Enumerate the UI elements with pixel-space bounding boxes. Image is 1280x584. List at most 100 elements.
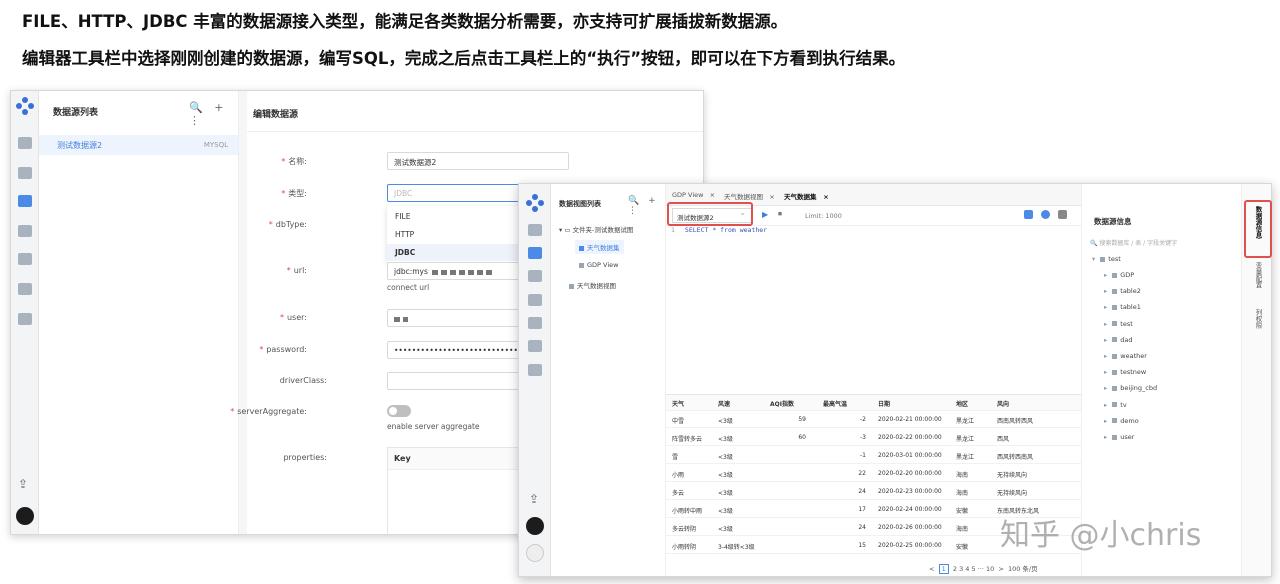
table-row[interactable]: 小雨 <3级 22 2020-02-20 00:00:00 海南 无持续风向	[666, 465, 1081, 482]
limit-input[interactable]: Limit: 1000	[805, 212, 842, 220]
prev-page-button[interactable]: <	[929, 565, 934, 573]
save-icon[interactable]	[1024, 210, 1033, 219]
next-page-button[interactable]: >	[998, 565, 1003, 573]
db-table-item[interactable]: ▸ testnew	[1104, 368, 1146, 376]
db-table-item[interactable]: ▸ weather	[1104, 352, 1147, 360]
mail-icon[interactable]	[18, 225, 32, 237]
settings-icon[interactable]	[1041, 210, 1050, 219]
table-icon	[1112, 353, 1118, 359]
option-jdbc[interactable]: JDBC	[387, 244, 537, 261]
sql-text: SELECT * from weather	[684, 226, 768, 234]
database-icon	[1100, 256, 1106, 262]
db-table-item[interactable]: ▸ GDP	[1104, 271, 1134, 279]
tab-weather-dataset[interactable]: 天气数据集 ×	[784, 191, 829, 201]
datasource-icon[interactable]	[528, 270, 542, 282]
aggregate-toggle[interactable]	[387, 405, 411, 417]
close-icon[interactable]: ×	[710, 191, 715, 199]
table-cell: 黑龙江	[956, 418, 975, 425]
table-cell: 小雨转中雨	[672, 508, 703, 515]
db-table-item[interactable]: ▸ user	[1104, 433, 1134, 441]
tab-column-permissions[interactable]: 列权限	[1253, 309, 1263, 329]
table-icon[interactable]	[528, 247, 542, 259]
side-rail: ⇪	[11, 91, 39, 534]
tab-weather-view[interactable]: 天气数据视图 ×	[724, 191, 775, 201]
db-table-item[interactable]: ▸ demo	[1104, 417, 1139, 425]
close-icon[interactable]: ×	[823, 193, 828, 201]
user-icon[interactable]	[526, 544, 544, 562]
shield-icon[interactable]	[18, 283, 32, 295]
column-header[interactable]: 风向	[997, 399, 1009, 408]
list-item[interactable]: 测试数据源2 MYSQL	[39, 135, 238, 155]
page-current[interactable]: 1	[938, 564, 949, 574]
sql-editor[interactable]: 1 SELECT * from weather	[671, 226, 767, 234]
page-numbers[interactable]: 2 3 4 5 ··· 10	[953, 565, 994, 573]
column-header[interactable]: 地区	[956, 399, 968, 408]
table-cell: 2020-02-21 00:00:00	[878, 416, 942, 423]
column-header[interactable]: AQI指数	[770, 399, 794, 408]
cloud-upload-icon[interactable]: ⇪	[18, 477, 28, 491]
page-size-select[interactable]: 100 条/页	[1008, 565, 1038, 573]
format-icon[interactable]	[1058, 210, 1067, 219]
avatar[interactable]	[16, 507, 34, 525]
tree-item-weather-view[interactable]: 天气数据视图	[569, 280, 616, 290]
users-icon[interactable]	[528, 317, 542, 329]
gear-icon[interactable]	[528, 364, 542, 376]
db-node-test[interactable]: ▾ test	[1092, 255, 1121, 263]
avatar[interactable]	[526, 517, 544, 535]
datasource-select[interactable]: 测试数据源2	[672, 208, 752, 223]
tree-item-gdp-view[interactable]: GDP View	[579, 261, 618, 269]
tree-folder[interactable]: ▾ ▭ 文件夹-测试数据试图	[559, 224, 633, 234]
tab-gdp-view[interactable]: GDP View ×	[672, 191, 715, 199]
table-row[interactable]: 中雪 <3级 59 -2 2020-02-21 00:00:00 黑龙江 西南风转西风	[666, 411, 1081, 428]
db-table-label: demo	[1120, 416, 1139, 425]
table-row[interactable]: 多云 <3级 24 2020-02-23 00:00:00 海南 无持续风向	[666, 483, 1081, 500]
name-field[interactable]: 测试数据源2	[387, 152, 569, 170]
shield-icon[interactable]	[528, 340, 542, 352]
table-cell: 2020-02-24 00:00:00	[878, 506, 942, 513]
table-icon	[1112, 434, 1118, 440]
watermark: 知乎 @小chris	[1000, 518, 1202, 553]
db-table-item[interactable]: ▸ beijing_cbd	[1104, 384, 1157, 392]
table-row[interactable]: 阵雪转多云 <3级 60 -3 2020-02-22 00:00:00 黑龙江 西风	[666, 429, 1081, 446]
db-table-item[interactable]: ▸ dad	[1104, 336, 1133, 344]
table-cell: -1	[860, 452, 866, 459]
option-http[interactable]: HTTP	[387, 226, 537, 243]
tree-tools-icons[interactable]: 🔍 + ⋮	[628, 196, 665, 216]
db-table-item[interactable]: ▸ tv	[1104, 401, 1127, 409]
cloud-upload-icon[interactable]: ⇪	[529, 492, 539, 506]
stop-button[interactable]: ⏹	[778, 209, 782, 219]
tree-item-weather-dataset[interactable]: 天气数据集	[575, 240, 624, 254]
db-table-label: tv	[1120, 400, 1127, 409]
column-header[interactable]: 最高气温	[823, 399, 847, 408]
table-cell: 黑龙江	[956, 436, 975, 443]
run-button[interactable]: ▶	[762, 210, 768, 219]
users-icon[interactable]	[18, 253, 32, 265]
mail-icon[interactable]	[528, 294, 542, 306]
column-header[interactable]: 风速	[718, 399, 730, 408]
datasource-icon[interactable]	[18, 195, 32, 207]
option-file[interactable]: FILE	[387, 208, 537, 225]
db-table-item[interactable]: ▸ test	[1104, 320, 1133, 328]
column-header[interactable]: 天气	[672, 399, 684, 408]
db-table-item[interactable]: ▸ table1	[1104, 303, 1141, 311]
db-table-item[interactable]: ▸ table2	[1104, 287, 1141, 295]
list-tools-icons[interactable]: 🔍 + ⋮	[189, 101, 238, 127]
tab-variables[interactable]: 变量配置	[1253, 262, 1263, 288]
table-cell: 西风转西南风	[997, 454, 1034, 461]
table-row[interactable]: 雪 <3级 -1 2020-03-01 00:00:00 黑龙江 西风转西南风	[666, 447, 1081, 464]
table-icon	[1112, 402, 1118, 408]
table-cell: 黑龙江	[956, 454, 975, 461]
gear-icon[interactable]	[18, 313, 32, 325]
side-rail: ⇪	[519, 184, 551, 576]
table-cell: 安徽	[956, 508, 969, 515]
tab-datasource-info[interactable]: 数据源信息	[1253, 206, 1263, 239]
driver-label: driverClass:	[279, 376, 327, 385]
pagination: < 1 2 3 4 5 ··· 10 > 100 条/页	[929, 563, 1038, 574]
table-cell: 小雨	[672, 472, 685, 479]
monitor-icon[interactable]	[528, 224, 542, 236]
monitor-icon[interactable]	[18, 137, 32, 149]
column-header[interactable]: 日期	[878, 399, 890, 408]
table-icon[interactable]	[18, 167, 32, 179]
close-icon[interactable]: ×	[769, 193, 774, 201]
info-search-input[interactable]: 🔍 搜索数据库 / 表 / 字段关键字	[1090, 238, 1177, 247]
